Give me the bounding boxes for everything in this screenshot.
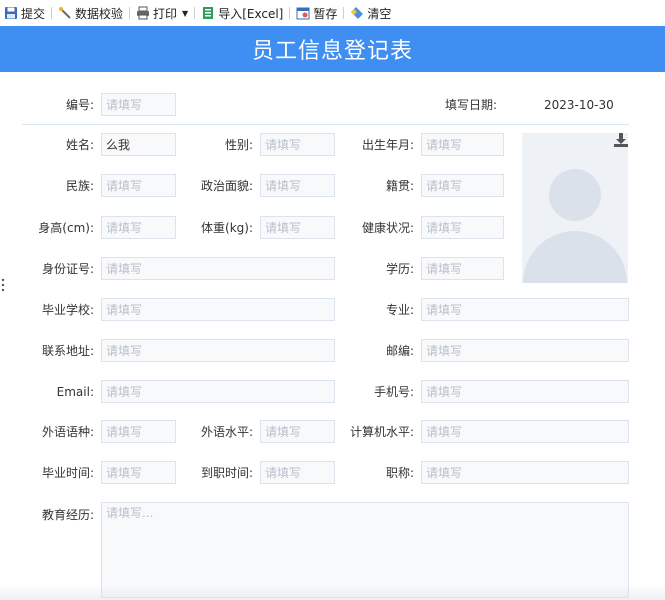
name-input[interactable] bbox=[101, 133, 176, 156]
weight-label: 体重(kg): bbox=[201, 221, 253, 235]
save-draft-label: 暂存 bbox=[313, 6, 338, 21]
job-title-input[interactable] bbox=[421, 461, 629, 484]
birth-input[interactable] bbox=[421, 133, 504, 156]
height-input[interactable] bbox=[101, 216, 176, 239]
email-label: Email: bbox=[56, 385, 94, 399]
school-input[interactable] bbox=[101, 298, 335, 321]
gender-input[interactable] bbox=[260, 133, 335, 156]
save-disk-icon bbox=[5, 7, 17, 19]
phone-label: 手机号: bbox=[373, 385, 414, 399]
id-card-label: 身份证号: bbox=[41, 262, 94, 276]
toolbar-divider bbox=[343, 7, 345, 19]
native-place-input[interactable] bbox=[421, 174, 504, 197]
major-input[interactable] bbox=[421, 298, 629, 321]
birth-label: 出生年月: bbox=[361, 138, 414, 152]
health-label: 健康状况: bbox=[361, 221, 414, 235]
graduation-time-label: 毕业时间: bbox=[41, 466, 94, 480]
calendar-icon bbox=[296, 7, 310, 20]
import-excel-button[interactable]: 导入[Excel] bbox=[197, 0, 287, 26]
weight-input[interactable] bbox=[260, 216, 335, 239]
save-draft-button[interactable]: 暂存 bbox=[292, 0, 341, 26]
print-button[interactable]: 打印 ▼ bbox=[132, 0, 192, 26]
language-label: 外语语种: bbox=[41, 425, 94, 439]
school-label: 毕业学校: bbox=[41, 303, 94, 317]
education-label: 学历: bbox=[385, 262, 414, 276]
political-input[interactable] bbox=[260, 174, 335, 197]
height-label: 身高(cm): bbox=[38, 221, 94, 235]
entry-time-label: 到职时间: bbox=[200, 466, 253, 480]
ethnicity-input[interactable] bbox=[101, 174, 176, 197]
toolbar-divider bbox=[129, 7, 131, 19]
computer-level-input[interactable] bbox=[421, 420, 629, 443]
download-icon[interactable] bbox=[613, 132, 629, 148]
toolbar-divider bbox=[194, 7, 196, 19]
submit-button[interactable]: 提交 bbox=[0, 0, 49, 26]
validate-button[interactable]: 数据校验 bbox=[54, 0, 127, 26]
id-label: 编号: bbox=[65, 98, 94, 112]
address-input[interactable] bbox=[101, 339, 335, 362]
excel-icon bbox=[203, 7, 214, 19]
fill-date-value: 2023-10-30 bbox=[544, 98, 614, 112]
chevron-down-icon: ▼ bbox=[182, 8, 189, 18]
language-level-label: 外语水平: bbox=[200, 425, 253, 439]
photo-placeholder[interactable] bbox=[522, 133, 628, 283]
edu-history-label: 教育经历: bbox=[41, 508, 94, 522]
print-label: 打印 bbox=[153, 6, 178, 21]
toolbar-divider bbox=[289, 7, 291, 19]
bottom-shade bbox=[0, 585, 665, 600]
email-input[interactable] bbox=[101, 380, 335, 403]
form-title-bar: 员工信息登记表 bbox=[0, 26, 665, 72]
political-label: 政治面貌: bbox=[200, 179, 253, 193]
graduation-time-input[interactable] bbox=[101, 461, 176, 484]
entry-time-input[interactable] bbox=[260, 461, 335, 484]
computer-level-label: 计算机水平: bbox=[349, 425, 414, 439]
id-input[interactable] bbox=[101, 93, 176, 116]
job-title-label: 职称: bbox=[385, 466, 414, 480]
native-place-label: 籍贯: bbox=[385, 179, 414, 193]
language-level-input[interactable] bbox=[260, 420, 335, 443]
wand-icon bbox=[59, 7, 71, 19]
header-divider bbox=[22, 124, 629, 125]
clear-button[interactable]: 清空 bbox=[346, 0, 395, 26]
eraser-icon bbox=[351, 7, 364, 19]
language-input[interactable] bbox=[101, 420, 176, 443]
validate-label: 数据校验 bbox=[75, 6, 124, 21]
education-input[interactable] bbox=[421, 257, 504, 280]
fill-date-label: 填写日期: bbox=[444, 98, 497, 112]
vertical-dots-icon[interactable] bbox=[0, 277, 6, 293]
name-label: 姓名: bbox=[65, 138, 94, 152]
edu-history-textarea[interactable] bbox=[101, 502, 629, 598]
postcode-input[interactable] bbox=[421, 339, 629, 362]
health-input[interactable] bbox=[421, 216, 504, 239]
ethnicity-label: 民族: bbox=[65, 179, 94, 193]
form-title: 员工信息登记表 bbox=[251, 39, 413, 64]
postcode-label: 邮编: bbox=[385, 344, 414, 358]
major-label: 专业: bbox=[385, 303, 414, 317]
clear-label: 清空 bbox=[367, 6, 392, 21]
printer-icon bbox=[137, 6, 150, 20]
address-label: 联系地址: bbox=[41, 344, 94, 358]
import-label: 导入[Excel] bbox=[218, 6, 284, 21]
id-card-input[interactable] bbox=[101, 257, 335, 280]
toolbar: 提交 数据校验 打印 ▼ 导入[Excel] 暂存 清空 bbox=[0, 0, 665, 26]
avatar bbox=[523, 169, 627, 283]
submit-label: 提交 bbox=[21, 6, 46, 21]
phone-input[interactable] bbox=[421, 380, 629, 403]
toolbar-divider bbox=[51, 7, 53, 19]
gender-label: 性别: bbox=[224, 138, 253, 152]
